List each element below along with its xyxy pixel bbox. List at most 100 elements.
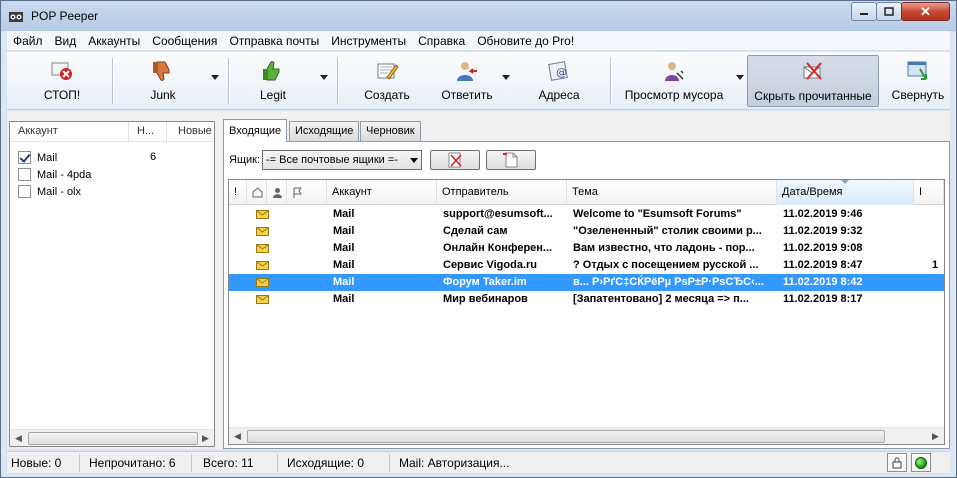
envelope-icon <box>256 295 269 304</box>
message-subject: Вам известно, что ладонь - пор... <box>573 242 755 254</box>
col-extra[interactable]: I <box>914 180 944 205</box>
accounts-col-new-short[interactable]: Н... <box>137 125 154 137</box>
mailbox-label: Ящик: <box>229 154 261 166</box>
lock-icon <box>892 457 902 469</box>
account-name: Mail - 4pda <box>37 168 92 181</box>
accounts-col-new[interactable]: Новые <box>178 125 212 137</box>
minimize-to-tray-icon <box>907 61 927 80</box>
reply-dropdown-arrow[interactable] <box>502 75 510 80</box>
reply-button[interactable]: Ответить <box>439 55 495 107</box>
addresses-button[interactable]: @ Адреса <box>535 55 583 107</box>
scroll-right-icon[interactable]: ▶ <box>927 428 944 444</box>
account-checkbox[interactable] <box>18 185 31 198</box>
col-subject[interactable]: Тема <box>567 180 777 205</box>
scroll-left-icon[interactable]: ◀ <box>10 430 27 447</box>
message-sender: Сервис Vigoda.ru <box>443 259 538 271</box>
menu-view[interactable]: Вид <box>49 31 83 51</box>
message-row[interactable]: Mail Сервис Vigoda.ru ? Отдых с посещением… <box>229 257 944 274</box>
col-importance[interactable]: ! <box>229 180 247 205</box>
menu-help[interactable]: Справка <box>412 31 471 51</box>
message-account: Mail <box>333 293 355 305</box>
lock-status-button[interactable] <box>887 453 907 472</box>
connection-status-button[interactable] <box>911 453 931 472</box>
status-outgoing: Исходящие: 0 <box>287 456 364 470</box>
col-sender[interactable]: Отправитель <box>437 180 567 205</box>
message-list: ! Аккаунт Отправитель Тема Дата/Время I … <box>228 179 945 445</box>
tab-inbox[interactable]: Входящие <box>223 119 288 142</box>
menu-tools[interactable]: Инструменты <box>325 31 412 51</box>
message-date: 11.02.2019 9:32 <box>783 225 863 237</box>
account-row[interactable]: Mail - 4pda <box>18 166 91 183</box>
message-date: 11.02.2019 8:42 <box>783 276 863 288</box>
scroll-left-icon[interactable]: ◀ <box>229 428 246 444</box>
col-datetime[interactable]: Дата/Время <box>777 180 914 205</box>
message-row[interactable]: Mail Сделай сам "Озелененный" столик своим… <box>229 223 944 240</box>
message-account: Mail <box>333 242 355 254</box>
accounts-panel: Аккаунт Н... Новые Mail 6 Mail - 4pda Ma… <box>9 121 215 447</box>
new-filter-button[interactable] <box>486 150 536 170</box>
scroll-right-icon[interactable]: ▶ <box>197 430 214 447</box>
legit-dropdown-arrow[interactable] <box>320 75 328 80</box>
account-checkbox[interactable] <box>18 151 31 164</box>
reply-label: Ответить <box>441 88 493 102</box>
menu-messages[interactable]: Сообщения <box>146 31 223 51</box>
status-divider <box>389 454 390 472</box>
window-title: POP Peeper <box>31 9 99 23</box>
menu-upgrade-pro[interactable]: Обновите до Pro! <box>471 31 580 51</box>
maximize-window-button[interactable] <box>876 2 902 21</box>
hide-read-button[interactable]: Скрыть прочитанные <box>747 55 879 107</box>
col-read-status[interactable] <box>247 180 267 205</box>
tab-outbox[interactable]: Исходящие <box>289 121 360 141</box>
mailbox-select[interactable]: -= Все почтовые ящики =- <box>262 150 422 170</box>
col-contact[interactable] <box>267 180 287 205</box>
minimize-window-button[interactable] <box>851 2 877 21</box>
account-row[interactable]: Mail - olx <box>18 183 81 200</box>
main-content: Аккаунт Н... Новые Mail 6 Mail - 4pda Ma… <box>7 111 950 449</box>
stop-label: СТОП! <box>43 88 81 102</box>
message-list-horizontal-scrollbar[interactable]: ◀ ▶ <box>229 427 944 444</box>
col-flag[interactable] <box>287 180 327 205</box>
addresses-label: Адреса <box>538 88 580 102</box>
account-row[interactable]: Mail <box>18 149 57 166</box>
message-row[interactable]: Mail support@esumsoft... Welcome to "Esums… <box>229 206 944 223</box>
scrollbar-thumb[interactable] <box>247 430 885 443</box>
message-row[interactable]: Mail Онлайн Конферен... Вам известно, что … <box>229 240 944 257</box>
message-extra <box>932 240 944 257</box>
toolbar-separator <box>610 58 611 104</box>
message-row[interactable]: Mail Мир вебинаров [Запатентовано] 2 месяц… <box>229 291 944 308</box>
message-row[interactable]: Mail Форум Taker.im в... Р›РґС‡СЌРёРµ РѕР±… <box>229 274 944 291</box>
create-button[interactable]: Создать <box>359 55 415 107</box>
message-subject: [Запатентовано] 2 месяца => п... <box>573 293 749 305</box>
flag-icon <box>293 187 302 198</box>
menu-send-mail[interactable]: Отправка почты <box>223 31 325 51</box>
view-trash-dropdown-arrow[interactable] <box>736 75 744 80</box>
message-account: Mail <box>333 259 355 271</box>
view-trash-button[interactable]: Просмотр мусора <box>621 55 727 107</box>
close-window-button[interactable]: ✕ <box>901 2 950 21</box>
person-icon <box>273 188 282 198</box>
accounts-col-account[interactable]: Аккаунт <box>18 125 58 137</box>
title-bar: POP Peeper ✕ <box>1 1 956 31</box>
accounts-horizontal-scrollbar[interactable]: ◀ ▶ <box>10 429 214 446</box>
column-divider <box>166 122 167 142</box>
toolbar: СТОП! Junk Legit Создать Ответить @ Адре… <box>7 52 950 110</box>
sort-descending-icon <box>841 180 849 184</box>
pop-peeper-app-icon <box>9 12 23 22</box>
menu-file[interactable]: Файл <box>7 31 49 51</box>
menu-accounts[interactable]: Аккаунты <box>82 31 146 51</box>
account-checkbox[interactable] <box>18 168 31 181</box>
junk-dropdown-arrow[interactable] <box>211 75 219 80</box>
envelope-icon <box>256 261 269 270</box>
tab-drafts[interactable]: Черновик <box>360 121 421 141</box>
delete-filter-button[interactable] <box>430 150 480 170</box>
stop-button[interactable]: СТОП! <box>37 55 87 107</box>
col-account[interactable]: Аккаунт <box>327 180 437 205</box>
junk-button[interactable]: Junk <box>139 55 187 107</box>
app-window: POP Peeper ✕ Файл Вид Аккаунты Сообщения… <box>0 0 957 478</box>
hide-read-mail-icon <box>803 62 822 80</box>
legit-button[interactable]: Legit <box>249 55 297 107</box>
thumbs-down-icon <box>153 61 170 81</box>
minimize-to-tray-button[interactable]: Свернуть <box>887 55 949 107</box>
scrollbar-thumb[interactable] <box>28 432 198 445</box>
reply-person-icon <box>457 62 477 81</box>
